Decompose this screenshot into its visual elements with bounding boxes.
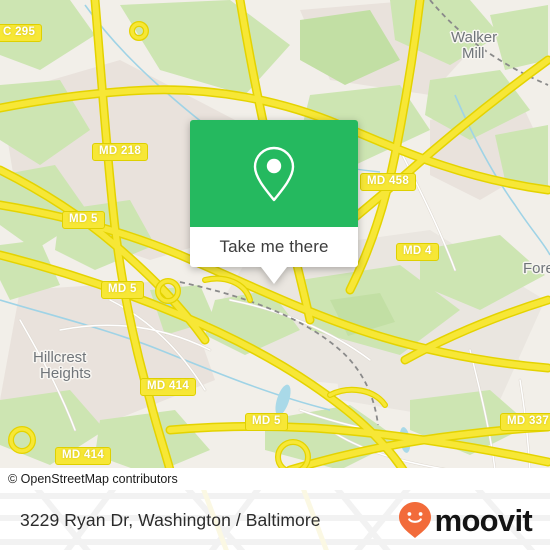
road-shield: MD 414 (55, 447, 112, 465)
moovit-smiley-pin-icon (398, 502, 431, 538)
road-shield: MD 5 (101, 281, 144, 299)
road-shield: MD 218 (92, 143, 149, 161)
road-shield: MD 414 (140, 378, 197, 396)
place-label: Mill (462, 45, 485, 62)
address-text: 3229 Ryan Dr, Washington / Baltimore (20, 509, 321, 530)
callout-pointer-tail (261, 267, 287, 284)
footer-bar: 3229 Ryan Dr, Washington / Baltimore moo… (0, 490, 550, 550)
road-shield: MD 458 (360, 173, 417, 191)
place-label: Heights (40, 365, 91, 382)
callout-action-area[interactable]: Take me there (190, 227, 358, 267)
place-label: Walker (451, 29, 498, 46)
moovit-wordmark: moovit (434, 502, 533, 538)
footer-address: 3229 Ryan Dr, Washington / Baltimore (20, 490, 321, 550)
attribution-text: © OpenStreetMap contributors (8, 472, 178, 486)
road-shield: MD 5 (245, 413, 288, 431)
road-shield: MD 5 (62, 211, 105, 229)
location-pin-icon (253, 146, 295, 201)
road-shield: C 295 (0, 24, 43, 42)
road-shield: MD 337 (500, 413, 550, 431)
location-callout-card[interactable]: Take me there (190, 120, 358, 284)
moovit-map-screenshot: .g{fill:#cde5b2} .gd{fill:#c2dfa4} .res{… (0, 0, 550, 550)
map-attribution: © OpenStreetMap contributors (0, 468, 550, 490)
road-shield: MD 4 (396, 243, 439, 261)
place-label: Fore (523, 260, 550, 277)
moovit-logo[interactable]: moovit (397, 490, 533, 550)
take-me-there-label: Take me there (219, 237, 329, 256)
place-label: Hillcrest (33, 349, 87, 366)
callout-icon-area (190, 120, 358, 227)
